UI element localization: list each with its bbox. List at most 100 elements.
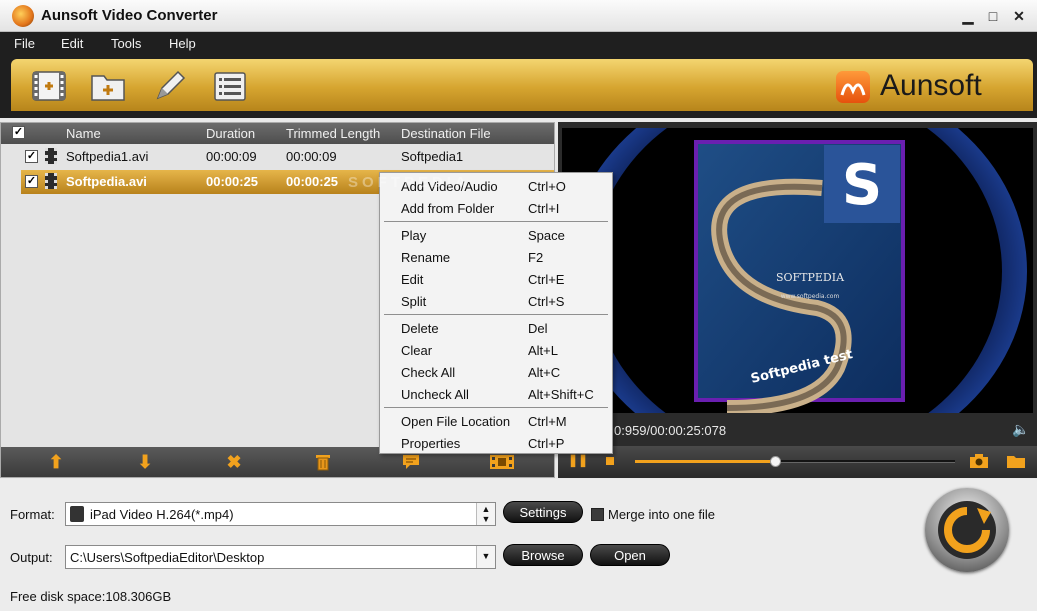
menu-edit[interactable]: Edit xyxy=(61,36,83,51)
brand-logo: Aunsoft xyxy=(836,69,1011,103)
preview-url: www.softpedia.com xyxy=(781,293,840,300)
open-button[interactable]: Open xyxy=(590,544,670,566)
menu-item-label: Open File Location xyxy=(401,414,511,429)
format-spinner-icon[interactable]: ▲ ▼ xyxy=(476,503,495,525)
preview-caption: SOFTPEDIA xyxy=(776,271,845,284)
edit-pencil-icon[interactable] xyxy=(150,66,190,106)
seek-thumb[interactable] xyxy=(769,456,781,467)
menu-item-edit[interactable]: Edit Ctrl+E xyxy=(380,268,612,290)
menu-item-shortcut: F2 xyxy=(528,250,544,265)
seek-fill xyxy=(635,460,776,463)
menu-item-shortcut: Del xyxy=(528,321,548,336)
menu-file[interactable]: File xyxy=(14,36,35,51)
merge-checkbox[interactable] xyxy=(591,508,604,521)
minimize-button[interactable]: ▁ xyxy=(958,6,978,26)
menu-separator xyxy=(384,221,608,222)
format-value: iPad Video H.264(*.mp4) xyxy=(90,507,234,522)
list-header: ✓ Name Duration Trimmed Length Destinati… xyxy=(1,123,554,144)
pause-icon[interactable]: ❚❚ xyxy=(568,453,588,467)
preview-logo-letter: S xyxy=(842,153,882,218)
row-checkbox[interactable]: ✓ xyxy=(25,150,38,163)
preview-panel: S SOFTPEDIA www.softpedia.com Softpedia … xyxy=(558,122,1037,478)
output-value: C:\Users\SoftpediaEditor\Desktop xyxy=(70,550,265,565)
disk-space: Free disk space:108.306GB xyxy=(10,589,172,604)
add-video-icon[interactable] xyxy=(29,66,69,106)
menu-help[interactable]: Help xyxy=(169,36,196,51)
move-up-icon[interactable]: ⬆ xyxy=(45,452,67,472)
title-bar: Aunsoft Video Converter ▁ □ ✕ xyxy=(0,0,1037,32)
row-checkbox[interactable]: ✓ xyxy=(25,175,38,188)
convert-button[interactable] xyxy=(925,488,1009,572)
open-folder-icon[interactable] xyxy=(1006,452,1026,473)
menu-item-label: Clear xyxy=(401,343,433,358)
check-all-checkbox[interactable]: ✓ xyxy=(12,126,25,139)
menu-item-shortcut: Ctrl+O xyxy=(528,179,566,194)
settings-area: Format: iPad Video H.264(*.mp4) ▲ ▼ Setti… xyxy=(0,479,1037,611)
menu-item-label: Properties xyxy=(401,436,461,451)
menu-item-play[interactable]: Play Space xyxy=(380,224,612,246)
menu-item-rename[interactable]: Rename F2 xyxy=(380,246,612,268)
merge-film-icon[interactable] xyxy=(489,452,515,472)
menu-item-uncheck-all[interactable]: Uncheck All Alt+Shift+C xyxy=(380,383,612,405)
comment-icon[interactable] xyxy=(400,452,422,472)
menu-item-shortcut: Ctrl+P xyxy=(528,436,565,451)
menu-item-shortcut: Ctrl+E xyxy=(528,272,565,287)
column-duration[interactable]: Duration xyxy=(206,126,255,141)
menu-item-open-file-location[interactable]: Open File Location Ctrl+M xyxy=(380,410,612,432)
menu-item-shortcut: Ctrl+I xyxy=(528,201,560,216)
column-destination-file[interactable]: Destination File xyxy=(401,126,491,141)
menu-item-label: Rename xyxy=(401,250,451,265)
menu-item-clear[interactable]: Clear Alt+L xyxy=(380,339,612,361)
mp4-file-icon xyxy=(70,506,84,522)
snapshot-camera-icon[interactable] xyxy=(969,452,989,473)
settings-button[interactable]: Settings xyxy=(503,501,583,523)
menu-item-add-video-audio[interactable]: Add Video/Audio Ctrl+O xyxy=(380,175,612,197)
time-row: 0:959/00:00:25:078 🔈 xyxy=(558,416,1037,444)
column-name[interactable]: Name xyxy=(66,126,101,141)
task-list-icon[interactable] xyxy=(210,66,250,106)
maximize-button[interactable]: □ xyxy=(983,6,1003,26)
column-trimmed-length[interactable]: Trimmed Length xyxy=(286,126,380,141)
menu-item-properties[interactable]: Properties Ctrl+P xyxy=(380,432,612,454)
browse-button[interactable]: Browse xyxy=(503,544,583,566)
menu-item-label: Add from Folder xyxy=(401,201,495,216)
merge-label: Merge into one file xyxy=(608,507,715,522)
menu-tools[interactable]: Tools xyxy=(111,36,141,51)
toolbar-strip: Aunsoft xyxy=(11,59,1033,111)
format-select[interactable]: iPad Video H.264(*.mp4) ▲ ▼ xyxy=(65,502,496,526)
menu-item-label: Check All xyxy=(401,365,456,380)
file-destination: Softpedia1 xyxy=(401,149,464,164)
menu-item-shortcut: Space xyxy=(528,228,565,243)
menu-item-label: Edit xyxy=(401,272,424,287)
menu-item-delete[interactable]: Delete Del xyxy=(380,317,612,339)
output-path-input[interactable]: C:\Users\SoftpediaEditor\Desktop ▼ xyxy=(65,545,496,569)
menu-item-shortcut: Ctrl+M xyxy=(528,414,567,429)
playback-controls: ❚❚ xyxy=(558,446,1037,476)
menu-bar: File Edit Tools Help xyxy=(0,32,1037,56)
menu-item-split[interactable]: Split Ctrl+S xyxy=(380,290,612,312)
file-name: Softpedia1.avi xyxy=(66,149,149,164)
convert-arrow-icon xyxy=(938,501,996,559)
window-title: Aunsoft Video Converter xyxy=(41,7,218,24)
stop-icon[interactable] xyxy=(606,457,614,465)
menu-item-add-from-folder[interactable]: Add from Folder Ctrl+I xyxy=(380,197,612,219)
remove-icon[interactable]: ✖ xyxy=(223,452,245,472)
menu-separator xyxy=(384,314,608,315)
add-folder-icon[interactable] xyxy=(88,66,128,106)
menu-item-shortcut: Alt+Shift+C xyxy=(528,387,594,402)
volume-icon[interactable]: 🔈 xyxy=(1012,421,1029,438)
menu-item-label: Uncheck All xyxy=(401,387,469,402)
file-row[interactable]: ✓ Softpedia1.avi 00:00:09 00:00:09 Softp… xyxy=(21,145,554,169)
move-down-icon[interactable]: ⬇ xyxy=(134,452,156,472)
toolbar: Aunsoft xyxy=(0,56,1037,118)
app-logo-icon xyxy=(12,5,34,27)
context-menu: Add Video/Audio Ctrl+O Add from Folder C… xyxy=(379,172,613,454)
close-button[interactable]: ✕ xyxy=(1009,6,1029,26)
seek-slider[interactable] xyxy=(635,456,955,467)
menu-item-check-all[interactable]: Check All Alt+C xyxy=(380,361,612,383)
menu-item-label: Delete xyxy=(401,321,439,336)
preview-video: S SOFTPEDIA www.softpedia.com Softpedia … xyxy=(562,128,1033,413)
menu-item-label: Play xyxy=(401,228,427,243)
output-dropdown-icon[interactable]: ▼ xyxy=(476,546,495,568)
clear-trash-icon[interactable] xyxy=(312,452,334,472)
